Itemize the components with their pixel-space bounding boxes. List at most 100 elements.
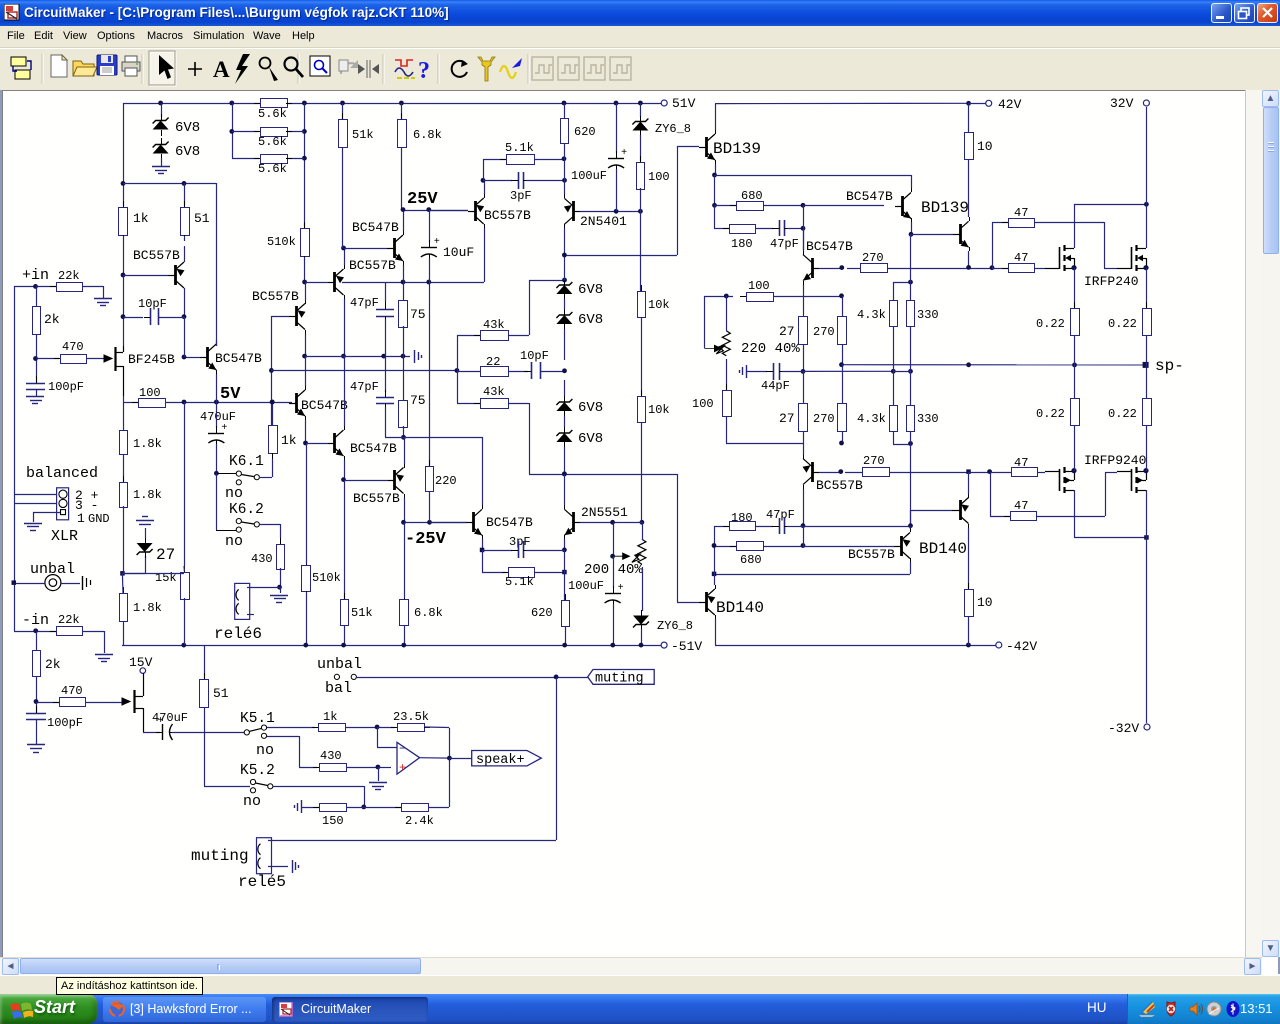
svg-text:22: 22 bbox=[486, 355, 500, 369]
svg-text:balanced: balanced bbox=[26, 465, 98, 482]
svg-text:-25V: -25V bbox=[405, 530, 447, 549]
svg-text:no: no bbox=[256, 742, 274, 759]
svg-text:220: 220 bbox=[435, 474, 457, 488]
svg-text:100: 100 bbox=[139, 386, 161, 400]
svg-text:5.6k: 5.6k bbox=[258, 135, 287, 149]
svg-text:no: no bbox=[225, 533, 243, 550]
svg-text:620: 620 bbox=[574, 125, 596, 139]
svg-text:6V8: 6V8 bbox=[175, 120, 200, 136]
svg-text:100pF: 100pF bbox=[47, 716, 83, 730]
svg-text:6.8k: 6.8k bbox=[413, 128, 442, 142]
svg-text:BC557B: BC557B bbox=[133, 248, 180, 263]
svg-text:10uF: 10uF bbox=[443, 245, 474, 260]
svg-text:+: + bbox=[158, 716, 164, 727]
svg-text:22k: 22k bbox=[58, 613, 80, 627]
svg-text:23.5k: 23.5k bbox=[393, 710, 429, 724]
svg-text:ZY6_8: ZY6_8 bbox=[655, 122, 691, 136]
svg-text:270: 270 bbox=[862, 251, 884, 265]
svg-text:100uF: 100uF bbox=[571, 169, 607, 183]
svg-text:K5.1: K5.1 bbox=[240, 711, 275, 727]
svg-text:330: 330 bbox=[917, 308, 939, 322]
svg-text:6V8: 6V8 bbox=[578, 431, 603, 447]
svg-text:10k: 10k bbox=[648, 298, 670, 312]
svg-text:IRFP240: IRFP240 bbox=[1084, 274, 1139, 289]
svg-text:+: + bbox=[621, 148, 627, 159]
svg-text:51k: 51k bbox=[352, 128, 374, 142]
svg-text:5V: 5V bbox=[220, 385, 241, 404]
svg-text:5.6k: 5.6k bbox=[258, 162, 287, 176]
svg-text:6.8k: 6.8k bbox=[414, 606, 443, 620]
svg-text:0.22: 0.22 bbox=[1108, 407, 1137, 421]
svg-text:BD139: BD139 bbox=[713, 140, 761, 158]
svg-text:470: 470 bbox=[61, 684, 83, 698]
svg-text:0.22: 0.22 bbox=[1108, 317, 1137, 331]
svg-text:XLR: XLR bbox=[51, 528, 78, 545]
svg-text:5.1k: 5.1k bbox=[505, 141, 534, 155]
svg-text:430: 430 bbox=[251, 552, 273, 566]
svg-text:180: 180 bbox=[731, 511, 753, 525]
svg-text:5.6k: 5.6k bbox=[258, 107, 287, 121]
svg-text:4.3k: 4.3k bbox=[857, 412, 886, 426]
svg-text:K5.2: K5.2 bbox=[240, 763, 275, 779]
svg-text:51k: 51k bbox=[351, 606, 373, 620]
svg-text:K6.2: K6.2 bbox=[229, 502, 264, 518]
svg-text:100: 100 bbox=[748, 279, 770, 293]
svg-text:BD140: BD140 bbox=[716, 599, 764, 617]
svg-text:51V: 51V bbox=[672, 96, 696, 111]
svg-text:10pF: 10pF bbox=[138, 297, 167, 311]
svg-text:270: 270 bbox=[813, 412, 835, 426]
svg-text:1k: 1k bbox=[281, 433, 297, 448]
svg-text:2N5551: 2N5551 bbox=[581, 505, 628, 520]
svg-text:3pF: 3pF bbox=[510, 189, 532, 203]
svg-text:100pF: 100pF bbox=[48, 380, 84, 394]
svg-text:1.8k: 1.8k bbox=[133, 488, 162, 502]
svg-text:GND: GND bbox=[88, 512, 110, 526]
svg-text:1k: 1k bbox=[133, 211, 149, 226]
svg-text:510k: 510k bbox=[312, 571, 341, 585]
svg-text:1.8k: 1.8k bbox=[133, 437, 162, 451]
svg-text:BC557B: BC557B bbox=[353, 491, 400, 506]
svg-text:muting: muting bbox=[191, 847, 249, 865]
svg-text:430: 430 bbox=[320, 749, 342, 763]
svg-text:0.22: 0.22 bbox=[1036, 317, 1065, 331]
svg-text:BC547B: BC547B bbox=[846, 189, 893, 204]
svg-text:BC557B: BC557B bbox=[349, 258, 396, 273]
svg-text:BC557B: BC557B bbox=[816, 478, 863, 493]
svg-text:5.1k: 5.1k bbox=[505, 575, 534, 589]
svg-text:BC547B: BC547B bbox=[301, 398, 348, 413]
svg-text:3pF: 3pF bbox=[509, 535, 531, 549]
svg-text:47pF: 47pF bbox=[350, 296, 379, 310]
svg-text:270: 270 bbox=[813, 325, 835, 339]
svg-text:1.8k: 1.8k bbox=[133, 601, 162, 615]
svg-text:K6.1: K6.1 bbox=[229, 454, 264, 470]
svg-text:180: 180 bbox=[731, 237, 753, 251]
svg-text:1k: 1k bbox=[323, 710, 337, 724]
svg-text:27: 27 bbox=[156, 546, 175, 564]
svg-text:100: 100 bbox=[692, 397, 714, 411]
svg-text:47: 47 bbox=[1014, 499, 1028, 513]
svg-text:bal: bal bbox=[325, 680, 352, 697]
svg-text:unbal: unbal bbox=[317, 656, 362, 673]
svg-text:22k: 22k bbox=[58, 269, 80, 283]
svg-text:10: 10 bbox=[977, 139, 993, 154]
svg-text:510k: 510k bbox=[267, 235, 296, 249]
svg-text:620: 620 bbox=[531, 606, 553, 620]
svg-text:100: 100 bbox=[648, 170, 670, 184]
svg-text:680: 680 bbox=[740, 553, 762, 567]
svg-text:+: + bbox=[221, 423, 227, 434]
svg-text:0.22: 0.22 bbox=[1036, 407, 1065, 421]
svg-text:32V: 32V bbox=[1110, 96, 1134, 111]
svg-text:+: + bbox=[618, 583, 624, 594]
svg-text:47: 47 bbox=[1014, 251, 1028, 265]
svg-text:2k: 2k bbox=[44, 312, 60, 327]
svg-text:6V8: 6V8 bbox=[578, 400, 603, 416]
svg-text:IRFP9240: IRFP9240 bbox=[1084, 453, 1146, 468]
svg-text:−: − bbox=[399, 742, 406, 756]
svg-text:BC557B: BC557B bbox=[484, 208, 531, 223]
svg-text:-32V: -32V bbox=[1108, 721, 1139, 736]
svg-text:6V8: 6V8 bbox=[578, 282, 603, 298]
svg-text:BC547B: BC547B bbox=[486, 515, 533, 530]
svg-text:44pF: 44pF bbox=[761, 379, 790, 393]
svg-text:47pF: 47pF bbox=[350, 380, 379, 394]
svg-text:BC547B: BC547B bbox=[352, 220, 399, 235]
